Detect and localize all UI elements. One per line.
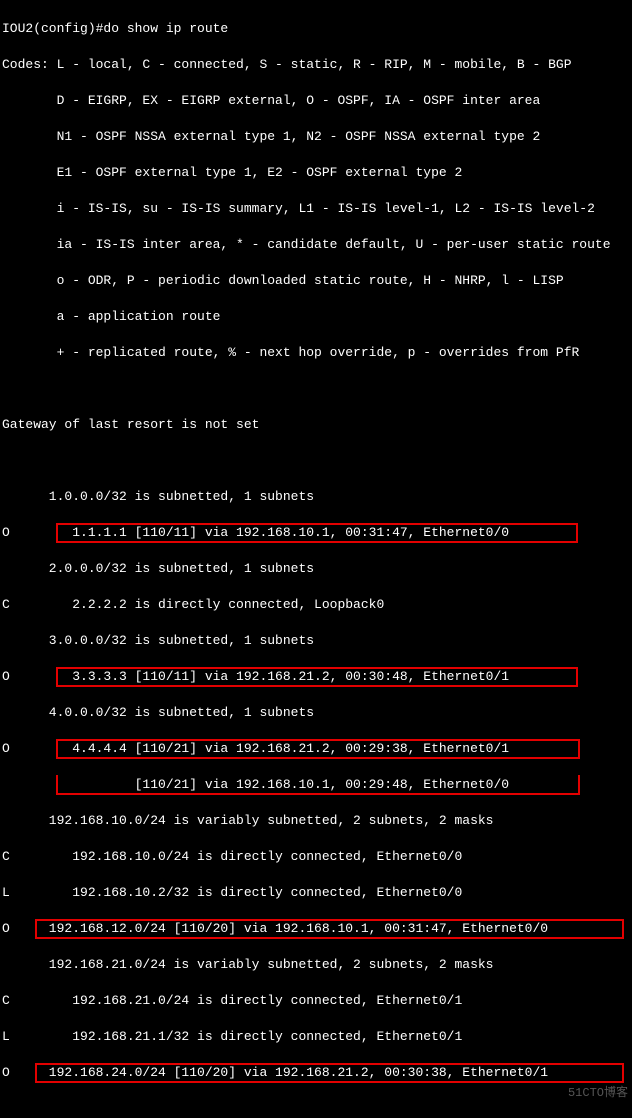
route-line: 192.168.21.0/24 is variably subnetted, 2… [2,956,632,974]
codes-line: a - application route [2,308,632,326]
route-line-ospf-highlight: [110/21] via 192.168.10.1, 00:29:48, Eth… [2,776,632,794]
route-line: C 192.168.10.0/24 is directly connected,… [2,848,632,866]
route-line: 2.0.0.0/32 is subnetted, 1 subnets [2,560,632,578]
terminal-output: IOU2(config)#do show ip route Codes: L -… [0,0,632,1118]
codes-line: ia - IS-IS inter area, * - candidate def… [2,236,632,254]
route-line-ospf-highlight: O 4.4.4.4 [110/21] via 192.168.21.2, 00:… [2,740,632,758]
route-line: 4.0.0.0/32 is subnetted, 1 subnets [2,704,632,722]
route-line-ospf-highlight: O 1.1.1.1 [110/11] via 192.168.10.1, 00:… [2,524,632,542]
codes-line: Codes: L - local, C - connected, S - sta… [2,56,632,74]
route-line: 3.0.0.0/32 is subnetted, 1 subnets [2,632,632,650]
route-line: L 192.168.21.1/32 is directly connected,… [2,1028,632,1046]
gateway-line: Gateway of last resort is not set [2,416,632,434]
route-line: L 192.168.10.2/32 is directly connected,… [2,884,632,902]
codes-line: N1 - OSPF NSSA external type 1, N2 - OSP… [2,128,632,146]
watermark: 51CTO博客 [568,1084,628,1102]
route-line-ospf-highlight: O 192.168.24.0/24 [110/20] via 192.168.2… [2,1064,632,1082]
codes-line: i - IS-IS, su - IS-IS summary, L1 - IS-I… [2,200,632,218]
route-line: 192.168.10.0/24 is variably subnetted, 2… [2,812,632,830]
route-line-ospf-highlight: O 3.3.3.3 [110/11] via 192.168.21.2, 00:… [2,668,632,686]
route-line: C 2.2.2.2 is directly connected, Loopbac… [2,596,632,614]
command-line: IOU2(config)#do show ip route [2,20,632,38]
route-line: 1.0.0.0/32 is subnetted, 1 subnets [2,488,632,506]
codes-line: + - replicated route, % - next hop overr… [2,344,632,362]
blank-line [2,452,632,470]
blank-line [2,380,632,398]
codes-line: o - ODR, P - periodic downloaded static … [2,272,632,290]
codes-line: D - EIGRP, EX - EIGRP external, O - OSPF… [2,92,632,110]
codes-line: E1 - OSPF external type 1, E2 - OSPF ext… [2,164,632,182]
route-line: C 192.168.21.0/24 is directly connected,… [2,992,632,1010]
route-line-ospf-highlight: O 192.168.12.0/24 [110/20] via 192.168.1… [2,920,632,938]
